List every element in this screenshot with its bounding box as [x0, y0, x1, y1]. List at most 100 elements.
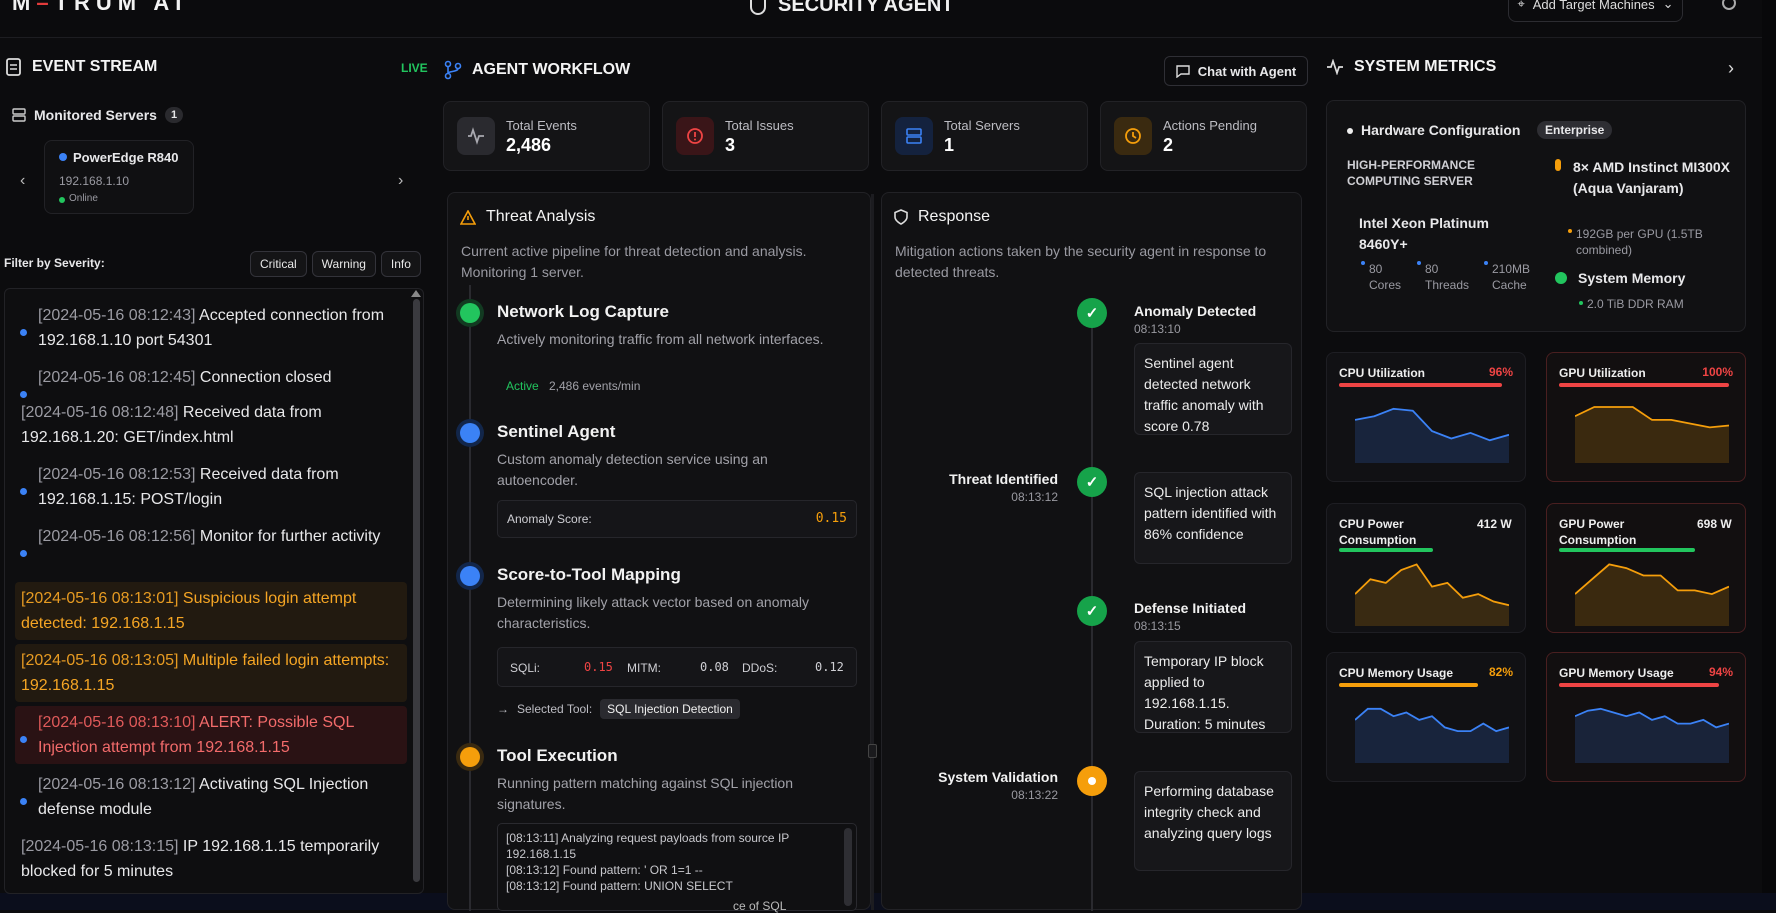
cpu-spec-threads: 80 Threads: [1425, 262, 1470, 292]
stat-label: Total Events: [506, 118, 577, 133]
server-icon: [895, 117, 933, 155]
selected-tool-label: Selected Tool:: [517, 702, 593, 716]
event-timestamp: [2024-05-16 08:13:05]: [21, 652, 179, 669]
event-row: [2024-05-16 08:13:12] Activating SQL Inj…: [15, 768, 407, 826]
stat-card: Total Issues 3: [662, 101, 869, 171]
chat-with-agent-button[interactable]: Chat with Agent: [1164, 56, 1308, 86]
check-icon: ✓: [1077, 596, 1107, 626]
filter-info-button[interactable]: Info: [380, 251, 421, 277]
event-row: [2024-05-16 08:13:10] ALERT: Possible SQ…: [15, 706, 407, 764]
response-step-time: 08:13:22: [1011, 788, 1058, 802]
log-line: [08:13:11] Analyzing request payloads fr…: [506, 831, 790, 861]
alert-circle-icon: [676, 117, 714, 155]
step-title: Tool Execution: [497, 746, 618, 765]
event-dot: [20, 550, 27, 557]
step-title: Network Log Capture: [497, 302, 669, 321]
step-description: Actively monitoring traffic from all net…: [497, 331, 824, 347]
anomaly-score-label: Anomaly Score:: [507, 512, 592, 526]
response-step-detail: Sentinel agent detected network traffic …: [1134, 343, 1292, 435]
check-icon: ✓: [1077, 467, 1107, 497]
sparkline-area: [1355, 408, 1509, 463]
gpu-memory: 192GB per GPU (1.5TB combined): [1576, 227, 1703, 257]
log-scrollbar[interactable]: [844, 828, 852, 906]
server-ip: 192.168.1.10: [59, 174, 130, 188]
shield-icon: [750, 0, 766, 15]
server-status-dot: [59, 153, 67, 161]
sqli-label: SQLi:: [510, 661, 541, 675]
monitored-count-badge: 1: [164, 107, 184, 123]
stat-card: Total Servers 1: [881, 101, 1088, 171]
stat-value: 2,486: [506, 135, 552, 155]
mitm-label: MITM:: [627, 661, 661, 675]
shield-icon: [894, 209, 908, 225]
agent-workflow-header: AGENT WORKFLOW: [444, 60, 630, 80]
cpu-spec-cache: 210MB Cache: [1492, 262, 1531, 292]
warning-triangle-icon: [460, 209, 476, 225]
window-edge: [1762, 0, 1776, 910]
server-class: HIGH-PERFORMANCE COMPUTING SERVER: [1347, 158, 1475, 188]
server-name: PowerEdge R840: [73, 150, 179, 165]
metric-sparkline: [1575, 406, 1729, 463]
event-row: [2024-05-16 08:12:45] Connection closed: [15, 361, 407, 398]
filter-warning-button[interactable]: Warning: [311, 251, 376, 277]
metric-title: CPU Utilization: [1339, 366, 1425, 380]
server-icon: [12, 108, 26, 122]
metric-title: GPU Power Consumption: [1559, 517, 1637, 547]
response-step-time: 08:13:15: [1134, 619, 1181, 633]
event-timestamp: [2024-05-16 08:12:48]: [21, 404, 179, 421]
spec-dot: [1484, 261, 1488, 265]
activity-icon: [457, 117, 495, 155]
step-description: Custom anomaly detection service using a…: [497, 451, 768, 488]
spec-dot: [1417, 261, 1421, 265]
app-logo: M–TRUM AI: [12, 0, 188, 15]
event-log: [2024-05-16 08:12:43] Accepted connectio…: [4, 288, 424, 894]
clock-icon: [1114, 117, 1152, 155]
event-row: [2024-05-16 08:13:01] Suspicious login a…: [15, 582, 407, 640]
step-status-dot: [460, 747, 480, 767]
cpu-name: Intel Xeon Platinum 8460Y+: [1359, 215, 1489, 252]
step-status-dot: [460, 566, 480, 586]
metric-sparkline: [1355, 707, 1509, 763]
step-status-dot: [460, 423, 480, 443]
metric-value: 100%: [1702, 365, 1733, 379]
add-target-machines-button[interactable]: ⌖ Add Target Machines ⌄: [1508, 0, 1683, 22]
threat-analysis-description: Current active pipeline for threat detec…: [461, 243, 807, 280]
event-timestamp: [2024-05-16 08:12:43]: [38, 307, 196, 324]
document-icon: [6, 58, 21, 76]
message-icon: [1176, 64, 1190, 78]
stat-card: Actions Pending 2: [1100, 101, 1307, 171]
chevron-right-icon[interactable]: ›: [1728, 58, 1734, 79]
attack-scores-box: SQLi: 0.15 MITM: 0.08 DDoS: 0.12: [497, 647, 857, 687]
anomaly-score-box: Anomaly Score: 0.15: [497, 500, 857, 538]
response-step-title: Threat Identified: [949, 471, 1058, 487]
severity-filters: Critical Warning Info: [250, 251, 421, 277]
next-server-button[interactable]: ›: [398, 172, 403, 190]
metric-level-bar: [1559, 548, 1695, 552]
sparkline-area: [1355, 564, 1509, 626]
gpu-name: 8× AMD Instinct MI300X (Aqua Vanjaram): [1573, 159, 1731, 196]
metric-value: 698 W: [1697, 517, 1732, 531]
event-dot: [20, 736, 27, 743]
event-log-scrollbar[interactable]: [410, 290, 422, 892]
system-memory-value: 2.0 TiB DDR RAM: [1587, 297, 1684, 311]
filter-label: Filter by Severity:: [4, 256, 105, 270]
metric-level-bar: [1559, 683, 1719, 687]
target-icon: ⌖: [1517, 0, 1525, 11]
system-memory-title: System Memory: [1578, 270, 1686, 286]
app-title: SECURITY AGENT: [750, 0, 954, 17]
metric-title: CPU Power Consumption: [1339, 517, 1417, 547]
server-card[interactable]: PowerEdge R840 192.168.1.10 Online: [44, 140, 194, 214]
filter-critical-button[interactable]: Critical: [250, 251, 307, 277]
stat-card: Total Events 2,486: [443, 101, 650, 171]
server-status: Online: [69, 193, 98, 204]
system-memory-dot: [1555, 272, 1567, 284]
response-step-detail: SQL injection attack pattern identified …: [1134, 472, 1292, 564]
metric-card: CPU Power Consumption 412 W: [1326, 503, 1526, 633]
event-row: [2024-05-16 08:12:53] Received data from…: [15, 458, 407, 516]
resize-handle[interactable]: [868, 744, 877, 758]
cpu-spec-cores: 80 Cores: [1369, 262, 1402, 292]
response-step-time: 08:13:12: [1011, 490, 1058, 504]
column-divider: [871, 194, 874, 910]
event-message: Connection closed: [199, 369, 332, 386]
prev-server-button[interactable]: ‹: [20, 172, 25, 190]
